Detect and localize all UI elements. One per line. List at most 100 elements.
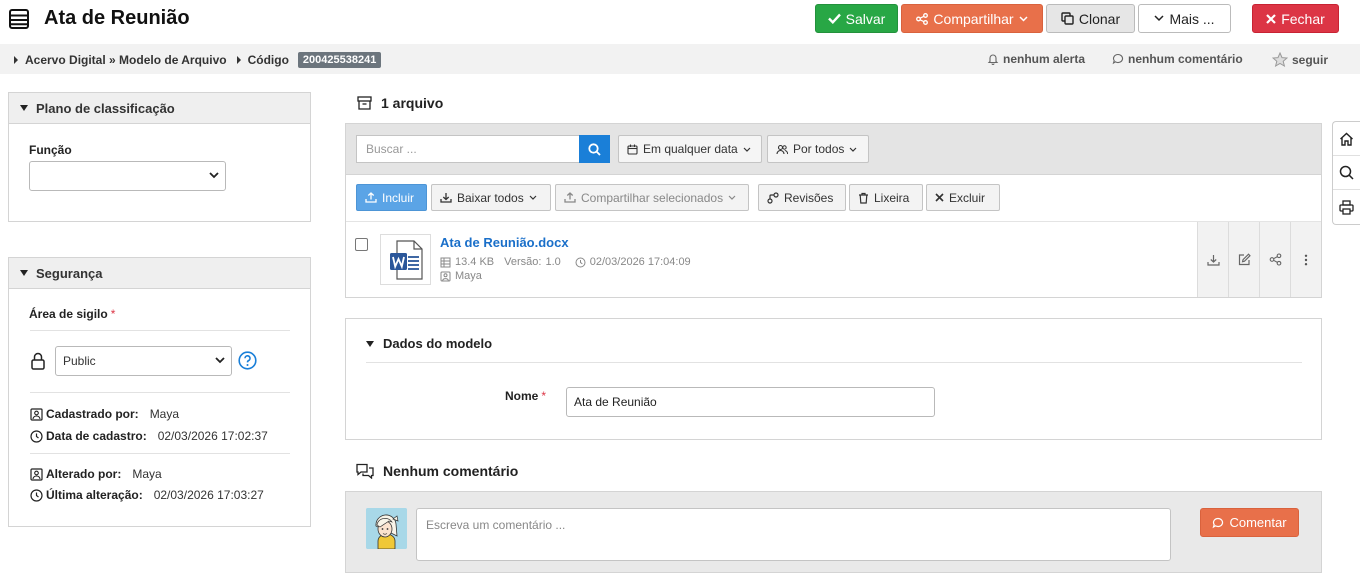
alerts-label: nenhum alerta: [1003, 52, 1086, 66]
comments-section-title: Nenhum comentário: [356, 463, 518, 479]
download-all-button[interactable]: Baixar todos: [431, 184, 551, 211]
name-input[interactable]: Ata de Reunião: [566, 387, 935, 417]
trash-icon: [859, 192, 868, 204]
print-button[interactable]: [1333, 190, 1360, 224]
clock-icon: [30, 429, 43, 443]
file-size: 13.4 KB: [455, 256, 495, 268]
caret-down-icon: [20, 270, 28, 276]
breadcrumb-path[interactable]: Acervo Digital » Modelo de Arquivo: [25, 53, 227, 67]
changed-by-value: Maya: [132, 467, 162, 481]
changed-date-label: Última alteração:: [46, 488, 143, 502]
created-date-label: Data de cadastro:: [46, 429, 147, 443]
more-options-button[interactable]: [1290, 222, 1321, 297]
caret-right-icon: [236, 56, 241, 64]
alerts-link[interactable]: nenhum alerta: [987, 52, 1085, 66]
comment-button[interactable]: Comentar: [1200, 508, 1299, 537]
home-button[interactable]: [1333, 122, 1360, 156]
trash-button[interactable]: Lixeira: [849, 184, 923, 211]
check-icon: [827, 13, 841, 24]
changed-date-row: Última alteração: 02/03/2026 17:03:27: [30, 488, 264, 502]
users-icon: [776, 144, 788, 154]
clock-icon: [575, 257, 586, 267]
help-icon[interactable]: [238, 351, 257, 370]
file-search-input[interactable]: Buscar ...: [356, 135, 579, 163]
function-select[interactable]: [29, 161, 226, 191]
model-data-header[interactable]: Dados do modelo: [366, 336, 492, 351]
clone-button[interactable]: Clonar: [1046, 4, 1135, 33]
search-page-button[interactable]: [1333, 156, 1360, 190]
follow-label: seguir: [1292, 52, 1329, 67]
created-date-row: Data de cadastro: 02/03/2026 17:02:37: [30, 429, 268, 443]
download-all-label: Baixar todos: [457, 190, 524, 205]
breadcrumb: Acervo Digital » Modelo de Arquivo Códig…: [14, 52, 382, 68]
share-button[interactable]: Compartilhar: [901, 4, 1043, 33]
divider: [366, 362, 1302, 363]
security-panel-header[interactable]: Segurança: [9, 258, 310, 289]
more-button[interactable]: Mais ...: [1138, 4, 1231, 33]
edit-file-button[interactable]: [1228, 222, 1259, 297]
function-label: Função: [29, 143, 72, 157]
delete-button[interactable]: Excluir: [926, 184, 1000, 211]
files-filter-bar: Buscar ... Em qualquer data Por todos: [346, 124, 1321, 175]
printer-icon: [1339, 199, 1354, 215]
include-label: Incluir: [382, 190, 415, 205]
copy-icon: [1061, 12, 1074, 25]
divider: [30, 330, 290, 331]
close-button[interactable]: Fechar: [1252, 4, 1339, 33]
comment-icon: [1112, 53, 1124, 65]
divider: [30, 453, 290, 454]
secrecy-label-text: Área de sigilo: [29, 307, 108, 321]
include-button[interactable]: Incluir: [356, 184, 427, 211]
follow-link[interactable]: seguir: [1272, 52, 1328, 67]
upload-icon: [564, 192, 576, 203]
user-filter-label: Por todos: [793, 142, 845, 156]
word-document-icon[interactable]: [380, 234, 431, 285]
caret-down-icon: [366, 340, 374, 347]
comment-textarea[interactable]: Escreva um comentário ...: [416, 508, 1171, 561]
comment-icon: [1212, 517, 1224, 528]
created-by-row: Cadastrado por: Maya: [30, 407, 179, 421]
file-date: 02/03/2026 17:04:09: [589, 256, 691, 268]
file-name-link[interactable]: Ata de Reunião.docx: [440, 235, 569, 250]
comments-link[interactable]: nenhum comentário: [1112, 52, 1243, 66]
created-date-value: 02/03/2026 17:02:37: [157, 429, 268, 443]
save-button-label: Salvar: [845, 10, 886, 27]
file-version: 1.0: [545, 256, 561, 268]
share-file-button[interactable]: [1259, 222, 1290, 297]
search-button[interactable]: [579, 135, 610, 163]
divider: [30, 392, 290, 393]
download-file-button[interactable]: [1197, 222, 1228, 297]
files-count: 1 arquivo: [381, 95, 444, 111]
clone-button-label: Clonar: [1078, 10, 1121, 27]
page-title: Ata de Reunião: [44, 7, 190, 29]
name-label: Nome *: [505, 389, 546, 403]
share-selected-button[interactable]: Compartilhar selecionados: [555, 184, 749, 211]
changed-by-label: Alterado por:: [46, 467, 122, 481]
user-badge-icon: [30, 407, 43, 421]
secrecy-select[interactable]: Public: [55, 346, 232, 376]
breadcrumb-code-label: Código: [247, 53, 289, 67]
bell-icon: [987, 54, 999, 65]
date-filter-dropdown[interactable]: Em qualquer data: [618, 135, 762, 163]
save-button[interactable]: Salvar: [815, 4, 898, 33]
caret-right-icon: [14, 56, 18, 64]
security-panel: Segurança Área de sigilo * Public Cadastr…: [8, 257, 311, 527]
share-button-label: Compartilhar: [933, 10, 1014, 27]
file-row-actions: [1197, 222, 1321, 297]
file-checkbox[interactable]: [355, 238, 368, 251]
user-filter-dropdown[interactable]: Por todos: [767, 135, 869, 163]
chevron-down-icon: [529, 195, 537, 200]
comments-label: nenhum comentário: [1128, 52, 1243, 66]
file-owner-name: Maya: [455, 270, 482, 282]
chevron-down-icon: [849, 147, 857, 152]
user-badge-icon: [440, 271, 451, 281]
revisions-label: Revisões: [784, 190, 834, 205]
classification-panel-header[interactable]: Plano de classificação: [9, 93, 310, 124]
more-button-label: Mais ...: [1169, 10, 1215, 27]
vertical-dots-icon: [1304, 254, 1308, 265]
list-menu-icon[interactable]: [9, 9, 29, 29]
user-badge-icon: [30, 467, 43, 481]
classification-panel: Plano de classificação Função: [8, 92, 311, 222]
revisions-button[interactable]: Revisões: [758, 184, 846, 211]
share-icon: [916, 12, 929, 25]
